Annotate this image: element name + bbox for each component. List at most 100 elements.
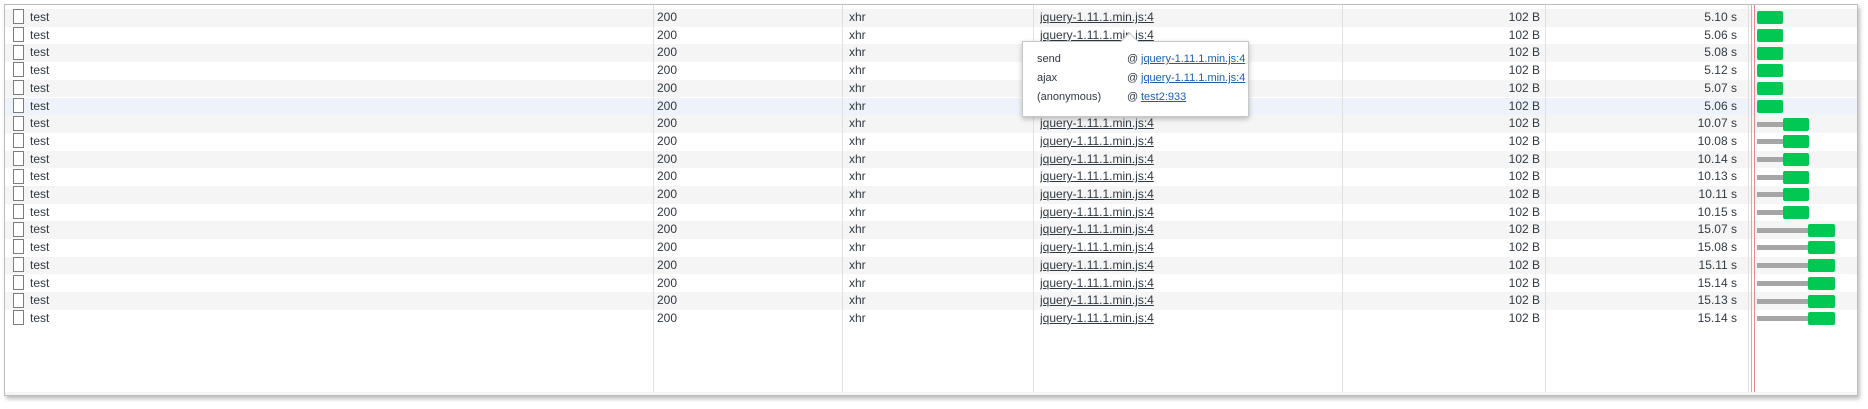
waterfall-waiting-bar[interactable]	[1757, 192, 1783, 198]
waterfall-receiving-bar[interactable]	[1757, 64, 1783, 78]
table-row[interactable]: test 200 xhr jquery-1.11.1.min.js:4 102 B 10.…	[5, 186, 1857, 204]
table-row[interactable]: test200xhrjquery-1.11.1.min.js:4102 B5.1…	[5, 62, 1857, 80]
waterfall-waiting-bar[interactable]	[1757, 316, 1808, 322]
initiator-link[interactable]: jquery-1.11.1.min.js:4	[1040, 116, 1154, 130]
column-divider[interactable]	[1342, 5, 1343, 395]
table-row[interactable]: test 200 xhr jquery-1.11.1.min.js:4 102 B 15.…	[5, 292, 1857, 310]
request-name-cell[interactable]: test	[13, 168, 653, 186]
waterfall-waiting-bar[interactable]	[1757, 298, 1808, 304]
waterfall-receiving-bar[interactable]	[1783, 135, 1809, 149]
table-row[interactable]: test200xhrjquery-1.11.1.min.js:4102 B5.1…	[5, 9, 1857, 27]
request-name-cell[interactable]: test	[13, 310, 653, 328]
request-name-cell[interactable]: test	[13, 257, 653, 275]
time-cell: 5.10 s	[1704, 10, 1737, 24]
table-row[interactable]: test 200 xhr jquery-1.11.1.min.js:4 102 B 10.…	[5, 132, 1857, 151]
request-name-cell[interactable]: test	[13, 115, 653, 133]
initiator-cell: jquery-1.11.1.min.js:4	[1040, 239, 1340, 257]
initiator-link[interactable]: jquery-1.11.1.min.js:4	[1040, 240, 1154, 254]
document-icon	[13, 115, 24, 131]
request-name-cell[interactable]: test	[13, 44, 653, 62]
waterfall-receiving-bar[interactable]	[1757, 99, 1783, 113]
waterfall-receiving-bar[interactable]	[1783, 188, 1809, 202]
request-name-cell[interactable]: test	[13, 133, 653, 151]
stack-frame-link[interactable]: jquery-1.11.1.min.js:4	[1141, 50, 1245, 68]
request-name-cell[interactable]: test	[13, 186, 653, 204]
stack-frame-link[interactable]: jquery-1.11.1.min.js:4	[1141, 69, 1245, 87]
waterfall-receiving-bar[interactable]	[1783, 152, 1809, 166]
stack-frame-at: @	[1127, 53, 1139, 65]
request-name-cell[interactable]: test	[13, 204, 653, 222]
type-cell: xhr	[849, 187, 866, 201]
stack-frame-link[interactable]: test2:933	[1141, 88, 1186, 106]
initiator-link[interactable]: jquery-1.11.1.min.js:4	[1040, 222, 1154, 236]
request-name-cell[interactable]: test	[13, 239, 653, 257]
waterfall-waiting-bar[interactable]	[1757, 174, 1783, 180]
request-name-cell[interactable]: test	[13, 150, 653, 169]
waterfall-receiving-bar[interactable]	[1808, 294, 1835, 308]
initiator-link[interactable]: jquery-1.11.1.min.js:4	[1040, 134, 1154, 148]
request-name: test	[30, 133, 50, 148]
waterfall-receiving-bar[interactable]	[1808, 223, 1835, 237]
waterfall-waiting-bar[interactable]	[1757, 263, 1808, 269]
initiator-link[interactable]: jquery-1.11.1.min.js:4	[1040, 169, 1154, 183]
initiator-link[interactable]: jquery-1.11.1.min.js:4	[1040, 258, 1154, 272]
table-row[interactable]: test200xhrjquery-1.11.1.min.js:4102 B5.0…	[5, 26, 1857, 45]
waterfall-receiving-bar[interactable]	[1808, 312, 1835, 326]
waterfall-receiving-bar[interactable]	[1757, 82, 1783, 96]
status-cell: 200	[657, 240, 678, 255]
waterfall-receiving-bar[interactable]	[1783, 206, 1809, 220]
request-name-cell[interactable]: test	[13, 221, 653, 239]
request-name-cell[interactable]: test	[13, 80, 653, 98]
table-row[interactable]: test 200 xhr jquery-1.11.1.min.js:4 102 B 10.…	[5, 168, 1857, 186]
initiator-link[interactable]: jquery-1.11.1.min.js:4	[1040, 187, 1154, 201]
stack-frame: (anonymous) @ test2:933	[1037, 88, 1247, 106]
column-divider[interactable]	[1545, 5, 1546, 395]
table-row[interactable]: test200xhrjquery-1.11.1.min.js:4102 B5.0…	[5, 97, 1857, 116]
column-divider[interactable]	[842, 5, 843, 395]
waterfall-receiving-bar[interactable]	[1757, 46, 1783, 60]
table-row[interactable]: test 200 xhr jquery-1.11.1.min.js:4 102 B 10.…	[5, 203, 1857, 222]
waterfall-receiving-bar[interactable]	[1808, 276, 1835, 290]
initiator-link[interactable]: jquery-1.11.1.min.js:4	[1040, 10, 1154, 24]
initiator-link[interactable]: jquery-1.11.1.min.js:4	[1040, 311, 1154, 325]
request-name-cell[interactable]: test	[13, 274, 653, 293]
table-row[interactable]: test200xhrjquery-1.11.1.min.js:4102 B5.0…	[5, 44, 1857, 63]
waterfall-waiting-bar[interactable]	[1757, 280, 1808, 286]
waterfall-waiting-bar[interactable]	[1757, 245, 1808, 251]
table-row[interactable]: test 200 xhr jquery-1.11.1.min.js:4 102 B 10.…	[5, 150, 1857, 169]
table-row[interactable]: test 200 xhr jquery-1.11.1.min.js:4 102 B 15.…	[5, 274, 1857, 293]
table-row[interactable]: test 200 xhr jquery-1.11.1.min.js:4 102 B 15.…	[5, 309, 1857, 328]
table-row[interactable]: test200xhrjquery-1.11.1.min.js:4102 B5.0…	[5, 79, 1857, 98]
request-name-cell[interactable]: test	[13, 62, 653, 80]
request-name-cell[interactable]: test	[13, 292, 653, 310]
initiator-cell: jquery-1.11.1.min.js:4	[1040, 168, 1340, 186]
waterfall-waiting-bar[interactable]	[1757, 139, 1783, 145]
table-row[interactable]: test 200 xhr jquery-1.11.1.min.js:4 102 B 15.…	[5, 256, 1857, 275]
time-cell: 5.07 s	[1704, 80, 1737, 95]
waterfall-receiving-bar[interactable]	[1808, 259, 1835, 273]
column-divider[interactable]	[653, 5, 654, 395]
waterfall-waiting-bar[interactable]	[1757, 156, 1783, 162]
column-divider[interactable]	[1748, 5, 1749, 395]
request-name-cell[interactable]: test	[13, 27, 653, 45]
waterfall-waiting-bar[interactable]	[1757, 121, 1783, 127]
waterfall-receiving-bar[interactable]	[1808, 241, 1835, 255]
table-row[interactable]: test 200 xhr jquery-1.11.1.min.js:4 102 B 10.…	[5, 115, 1857, 133]
table-row[interactable]: test 200 xhr jquery-1.11.1.min.js:4 102 B 15.…	[5, 239, 1857, 257]
document-icon	[13, 133, 24, 149]
waterfall-waiting-bar[interactable]	[1757, 210, 1783, 216]
initiator-link[interactable]: jquery-1.11.1.min.js:4	[1040, 276, 1154, 290]
request-name-cell[interactable]: test	[13, 97, 653, 116]
waterfall-waiting-bar[interactable]	[1757, 227, 1808, 233]
initiator-link[interactable]: jquery-1.11.1.min.js:4	[1040, 205, 1154, 219]
waterfall-receiving-bar[interactable]	[1783, 170, 1809, 184]
initiator-link[interactable]: jquery-1.11.1.min.js:4	[1040, 293, 1154, 307]
initiator-link[interactable]: jquery-1.11.1.min.js:4	[1040, 152, 1154, 166]
request-name: test	[30, 10, 50, 24]
request-name-cell[interactable]: test	[13, 9, 653, 27]
size-cell: 102 B	[1508, 310, 1540, 325]
table-row[interactable]: test 200 xhr jquery-1.11.1.min.js:4 102 B 15.…	[5, 221, 1857, 240]
waterfall-receiving-bar[interactable]	[1783, 117, 1809, 131]
waterfall-receiving-bar[interactable]	[1757, 29, 1783, 43]
waterfall-receiving-bar[interactable]	[1757, 11, 1783, 25]
